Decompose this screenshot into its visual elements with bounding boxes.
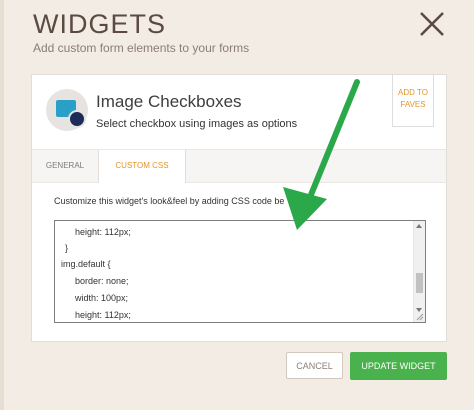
scroll-down-icon[interactable] xyxy=(416,308,422,312)
widget-tabs: GENERAL CUSTOM CSS xyxy=(32,149,446,183)
code-line: height: 112px; xyxy=(65,227,131,237)
resize-handle-icon[interactable] xyxy=(416,313,424,321)
code-line: height: 112px; xyxy=(65,310,131,320)
css-hint-text: Customize this widget's look&feel by add… xyxy=(54,196,285,206)
editor-scrollbar[interactable] xyxy=(413,221,425,322)
tab-general[interactable]: GENERAL xyxy=(32,150,98,182)
modal-subtitle: Add custom form elements to your forms xyxy=(33,41,250,55)
widget-header: Image Checkboxes Select checkbox using i… xyxy=(32,75,446,149)
modal-title: WIDGETS xyxy=(33,9,166,39)
add-faves-label-line1: ADD TO xyxy=(398,88,428,97)
close-icon xyxy=(420,12,444,36)
cancel-button[interactable]: CANCEL xyxy=(286,352,343,379)
code-line: } xyxy=(65,243,69,253)
tab-custom-css[interactable]: CUSTOM CSS xyxy=(98,150,186,183)
widget-card: Image Checkboxes Select checkbox using i… xyxy=(31,74,447,342)
scroll-up-icon[interactable] xyxy=(416,224,422,228)
widget-description: Select checkbox using images as options xyxy=(96,118,298,130)
widgets-modal: WIDGETS Add custom form elements to your… xyxy=(0,0,474,410)
css-code-editor[interactable]: height: 112px; } img.default { border: n… xyxy=(54,220,426,323)
widget-name: Image Checkboxes xyxy=(96,92,242,111)
image-checkbox-icon xyxy=(46,89,88,131)
close-button[interactable] xyxy=(416,8,448,40)
add-to-faves-button[interactable]: ADD TO FAVES xyxy=(392,75,434,127)
code-line: border: none; xyxy=(65,276,129,286)
add-faves-label-line2: FAVES xyxy=(400,100,426,109)
code-line: width: 100px; xyxy=(65,293,129,303)
background-edge xyxy=(0,0,4,410)
code-line: img.default { xyxy=(61,259,111,269)
update-widget-button[interactable]: UPDATE WIDGET xyxy=(350,352,447,380)
scroll-thumb[interactable] xyxy=(416,273,423,293)
